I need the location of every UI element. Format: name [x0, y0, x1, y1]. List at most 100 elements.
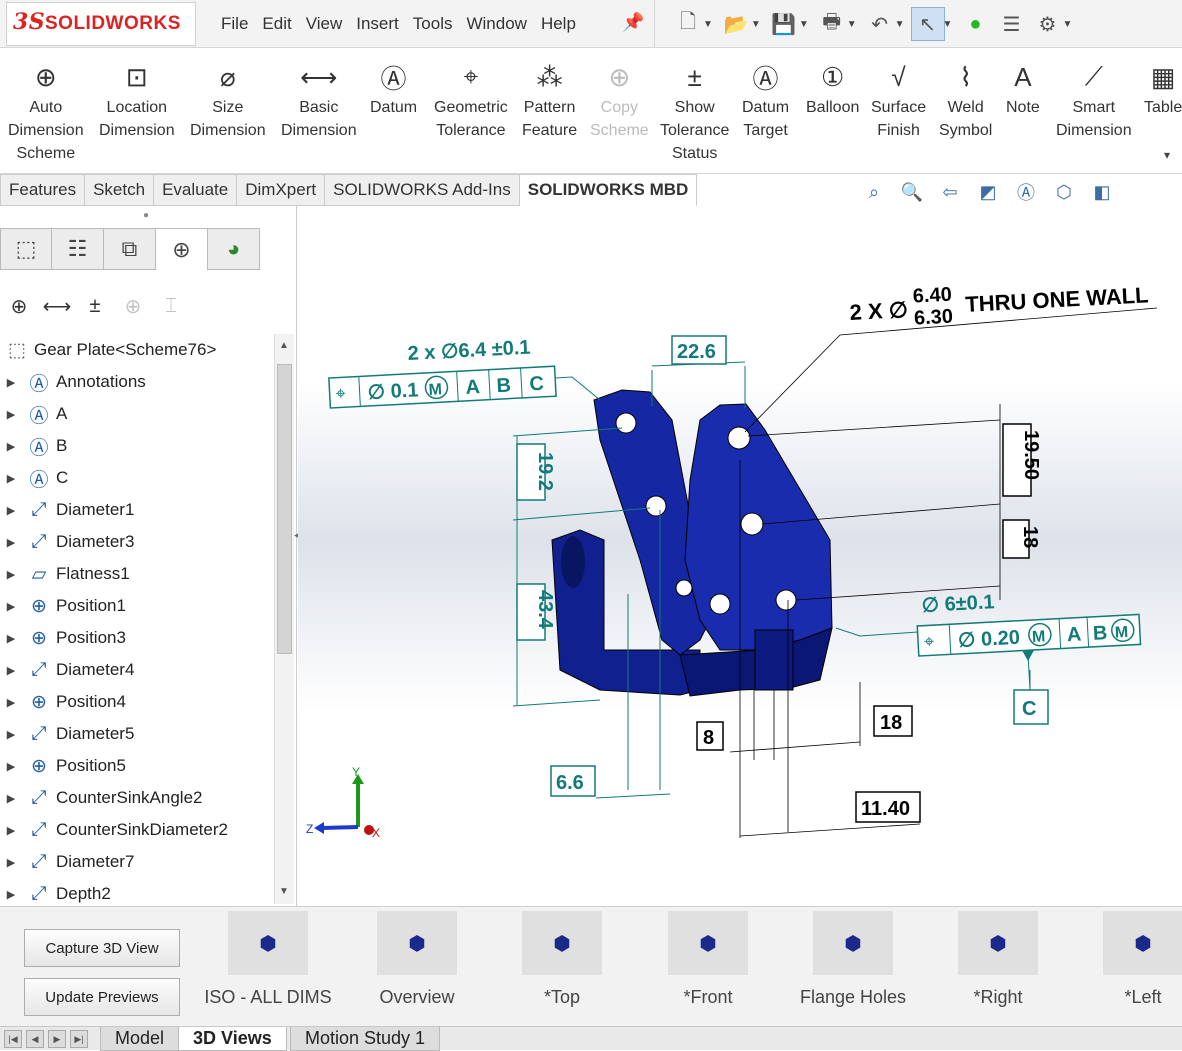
scroll-up-icon[interactable]: ▲ — [279, 340, 289, 351]
gear-plate-part[interactable] — [551, 389, 833, 697]
dim-8[interactable]: 8 — [696, 721, 724, 751]
tab-dimxpert[interactable]: DimXpert — [237, 174, 326, 206]
dim-11-40[interactable]: 11.40 — [855, 791, 921, 823]
bottom-tab-model[interactable]: Model — [100, 1027, 180, 1051]
view-orientation-icon[interactable]: ⬡ — [1048, 178, 1080, 206]
tree-item[interactable]: ▶ Ⓐ Annotations — [0, 366, 146, 398]
basic-dimension-button[interactable]: ⟷ Basic Dimension — [281, 58, 357, 142]
3d-view-top[interactable]: ⬢ *Top — [502, 911, 622, 1021]
expand-arrow-icon[interactable]: ▶ — [0, 728, 22, 741]
chevron-down-icon[interactable]: ▼ — [799, 19, 809, 30]
tree-root[interactable]: ⬚ Gear Plate<Scheme76> — [0, 334, 216, 366]
tree-item[interactable]: ▶ ▱ Flatness1 — [0, 558, 130, 590]
tab-features[interactable]: Features — [0, 174, 86, 206]
dimxpert-manager-tab-icon[interactable]: ⊕ — [156, 228, 208, 270]
expand-arrow-icon[interactable]: ▶ — [0, 696, 22, 709]
expand-arrow-icon[interactable]: ▶ — [0, 568, 22, 581]
expand-arrow-icon[interactable]: ▶ — [0, 536, 22, 549]
scroll-down-icon[interactable]: ▼ — [279, 886, 289, 897]
options-gear-icon[interactable]: ⚙ — [1030, 7, 1064, 41]
tree-item[interactable]: ▶ ⊕ Position1 — [0, 590, 126, 622]
new-document-icon[interactable]: 🗋 — [671, 7, 705, 41]
tree-item[interactable]: ▶ ⤢ CounterSinkDiameter2 — [0, 814, 228, 846]
undo-icon[interactable]: ↶ — [863, 7, 897, 41]
tab-sketch[interactable]: Sketch — [85, 174, 155, 206]
chevron-down-icon[interactable]: ▼ — [943, 19, 953, 30]
3d-view-iso-all-dims[interactable]: ⬢ ISO - ALL DIMS — [204, 911, 332, 1021]
dim-22-6[interactable]: 22.6 — [671, 335, 727, 365]
expand-arrow-icon[interactable]: ▶ — [0, 376, 22, 389]
expand-arrow-icon[interactable]: ▶ — [0, 440, 22, 453]
expand-arrow-icon[interactable]: ▶ — [0, 600, 22, 613]
solidworks-logo[interactable]: 3S SOLIDWORKS — [6, 2, 196, 46]
view-thumbnail[interactable]: ⬢ — [668, 911, 748, 975]
section-view-icon[interactable]: ◩ — [972, 178, 1004, 206]
first-tab-icon[interactable]: |◀ — [4, 1030, 22, 1048]
dim-43-4[interactable]: 43.4 — [516, 583, 556, 641]
datum-target-button[interactable]: Ⓐ Datum Target — [742, 58, 789, 142]
chevron-down-icon[interactable]: ▼ — [703, 19, 713, 30]
datum-button[interactable]: Ⓐ Datum — [370, 58, 417, 119]
menu-tools[interactable]: Tools — [406, 0, 460, 48]
auto-dimension-scheme-icon[interactable]: ⊕ — [4, 290, 34, 322]
chevron-down-icon[interactable]: ▼ — [847, 19, 857, 30]
view-thumbnail[interactable]: ⬢ — [958, 911, 1038, 975]
tree-item[interactable]: ▶ ⤢ Diameter1 — [0, 494, 135, 526]
expand-arrow-icon[interactable]: ▶ — [0, 664, 22, 677]
tree-item[interactable]: ▶ ⤢ Depth2 — [0, 878, 111, 904]
thru-callout[interactable]: 2 X ∅ 6.40 6.30 THRU ONE WALL — [848, 273, 1149, 333]
weld-symbol-button[interactable]: ⌇ Weld Symbol — [939, 58, 992, 142]
surface-finish-button[interactable]: √ Surface Finish — [871, 58, 926, 142]
bottom-tab-motion-study-1[interactable]: Motion Study 1 — [290, 1027, 441, 1051]
tree-item[interactable]: ▶ ⊕ Position3 — [0, 622, 126, 654]
expand-arrow-icon[interactable]: ▶ — [0, 888, 22, 901]
view-thumbnail[interactable]: ⬢ — [1103, 911, 1182, 975]
auto-dimension-button[interactable]: ⊕ Auto Dimension Scheme — [8, 58, 84, 165]
tree-item[interactable]: ▶ ⤢ Diameter4 — [0, 654, 135, 686]
view-thumbnail[interactable]: ⬢ — [228, 911, 308, 975]
model-view[interactable]: 2 x ∅6.4 ±0.1 ⌖ ∅ 0.1 M A B C 2 X ∅ 6.40… — [298, 206, 1182, 906]
tree-item[interactable]: ▶ Ⓐ C — [0, 462, 69, 494]
tree-item[interactable]: ▶ ⤢ Diameter7 — [0, 846, 135, 878]
view-thumbnail[interactable]: ⬢ — [813, 911, 893, 975]
zoom-to-fit-icon[interactable]: ⌕ — [858, 178, 890, 206]
3d-view-right[interactable]: ⬢ *Right — [938, 911, 1058, 1021]
table-button[interactable]: ▦ Table — [1144, 58, 1182, 119]
menu-insert[interactable]: Insert — [349, 0, 406, 48]
configuration-manager-tab-icon[interactable]: ⧉ — [104, 228, 156, 270]
display-style-icon[interactable]: ◧ — [1086, 178, 1118, 206]
tree-item[interactable]: ▶ ⊕ Position5 — [0, 750, 126, 782]
hole-callout-right[interactable]: ∅ 6±0.1 — [921, 591, 995, 617]
tree-item[interactable]: ▶ ⊕ Position4 — [0, 686, 126, 718]
update-previews-button[interactable]: Update Previews — [24, 978, 180, 1016]
tree-item[interactable]: ▶ ⤢ Diameter5 — [0, 718, 135, 750]
tab-solidworks-add-ins[interactable]: SOLIDWORKS Add-Ins — [325, 174, 520, 206]
bottom-tab-3d-views[interactable]: 3D Views — [178, 1027, 287, 1051]
expand-arrow-icon[interactable]: ▶ — [0, 856, 22, 869]
menu-edit[interactable]: Edit — [255, 0, 298, 48]
location-dimension-button[interactable]: ⊡ Location Dimension — [99, 58, 175, 142]
file-properties-icon[interactable]: ☰ — [994, 7, 1028, 41]
tree-item[interactable]: ▶ Ⓐ B — [0, 430, 68, 462]
view-thumbnail[interactable]: ⬢ — [377, 911, 457, 975]
show-tolerance-button[interactable]: ± Show Tolerance Status — [660, 58, 729, 165]
expand-arrow-icon[interactable]: ▶ — [0, 504, 22, 517]
geometric-tolerance-button[interactable]: ⌖ Geometric Tolerance — [434, 58, 508, 142]
feature-manager-tab-icon[interactable]: ⬚ — [0, 228, 52, 270]
select-pointer-icon[interactable]: ↖ — [910, 7, 945, 41]
expand-arrow-icon[interactable]: ▶ — [0, 472, 22, 485]
datum-c-box[interactable]: C — [1013, 689, 1049, 725]
view-thumbnail[interactable]: ⬢ — [522, 911, 602, 975]
dynamic-annotation-icon[interactable]: Ⓐ — [1010, 178, 1042, 206]
expand-arrow-icon[interactable]: ▶ — [0, 632, 22, 645]
save-icon[interactable]: 💾 — [767, 7, 801, 41]
print-icon[interactable]: 🖶 — [815, 7, 849, 41]
graphics-area[interactable]: 2 x ∅6.4 ±0.1 ⌖ ∅ 0.1 M A B C 2 X ∅ 6.40… — [298, 206, 1182, 906]
smart-dimension-button[interactable]: ⟋ Smart Dimension — [1056, 58, 1132, 142]
dim-19-2[interactable]: 19.2 — [516, 443, 556, 501]
tab-evaluate[interactable]: Evaluate — [154, 174, 238, 206]
expand-arrow-icon[interactable]: ▶ — [0, 760, 22, 773]
zoom-to-area-icon[interactable]: 🔍 — [896, 178, 928, 206]
prev-tab-icon[interactable]: ◀ — [26, 1030, 44, 1048]
scroll-thumb[interactable] — [277, 364, 292, 654]
